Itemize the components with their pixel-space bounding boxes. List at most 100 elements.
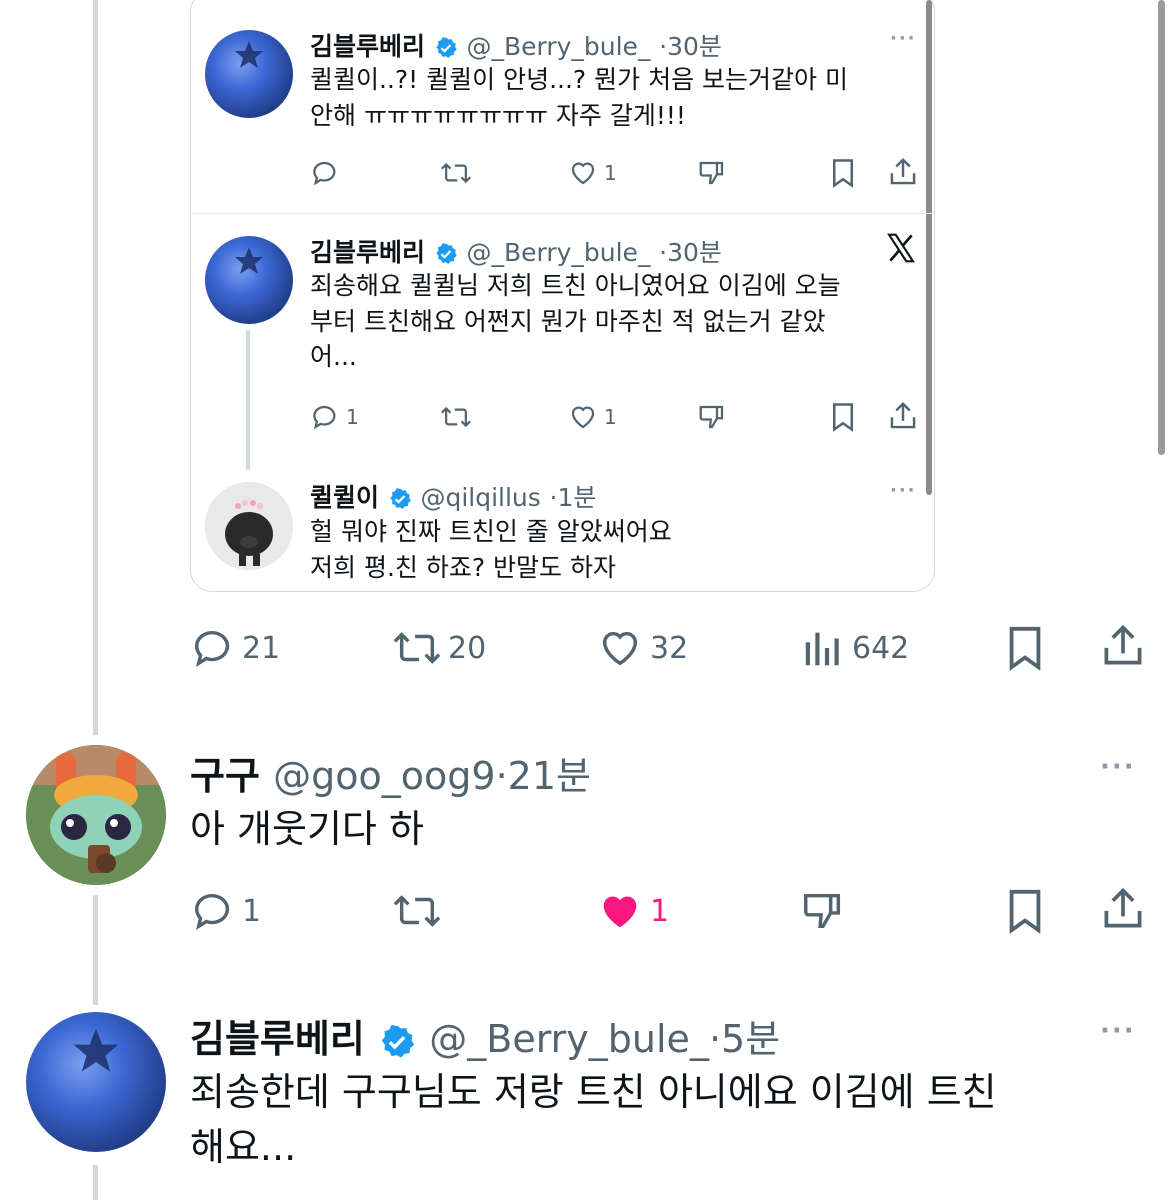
share-icon	[890, 401, 916, 429]
like-count: 1	[604, 161, 617, 185]
author-handle: @_Berry_bule_	[429, 1017, 709, 1061]
author-handle: @_Berry_bule_	[466, 238, 651, 267]
tweet-author[interactable]: 김블루베리 @_Berry_bule_·5분	[190, 1008, 780, 1063]
like-count: 1	[650, 893, 670, 929]
author-handle: @qilqillus	[420, 483, 541, 512]
like-count: 1	[604, 405, 617, 429]
retweet-button[interactable]	[392, 888, 442, 934]
tweet-time: 21분	[507, 754, 591, 798]
verified-icon	[381, 1024, 415, 1058]
reply-button[interactable]: 21	[190, 625, 280, 671]
downvote-icon	[699, 405, 724, 429]
thread-connector	[246, 330, 250, 470]
downvote-button[interactable]	[697, 158, 727, 188]
retweet-count: 20	[448, 630, 487, 666]
retweet-icon	[393, 895, 441, 927]
tweet-time: 1분	[557, 483, 597, 512]
avatar[interactable]	[205, 482, 293, 570]
avatar[interactable]	[26, 745, 166, 885]
heart-icon	[603, 896, 637, 928]
author-name: 김블루베리	[190, 1017, 365, 1061]
verified-icon	[436, 37, 457, 58]
tweet-text: 죄송해요 퀼퀼님 저희 트친 아니였어요 이김에 오늘 부터 트친해요 어쩐지 …	[310, 271, 841, 371]
tweet-time: 30분	[667, 238, 722, 267]
more-icon[interactable]: ···	[890, 480, 917, 501]
card-scrollbar[interactable]	[926, 0, 932, 495]
thread-line-top	[93, 0, 98, 735]
tweet-author[interactable]: 구구 @goo_oog9·21분	[190, 745, 591, 800]
retweet-icon	[441, 406, 471, 428]
reply-button[interactable]: 1	[310, 402, 359, 432]
share-button[interactable]	[888, 400, 918, 432]
downvote-button[interactable]	[800, 888, 846, 934]
tweet-text: 헐 뭐야 진짜 트친인 줄 알았써어요 저희 평.친 하죠? 반말도 하자	[310, 517, 672, 582]
reply-button[interactable]: 1	[190, 888, 261, 934]
share-button[interactable]	[1100, 885, 1146, 933]
share-button[interactable]	[888, 156, 918, 188]
views-icon	[805, 632, 839, 666]
reply-icon	[194, 631, 230, 668]
reply-icon	[313, 405, 336, 430]
reply-count: 21	[242, 630, 281, 666]
reply-button[interactable]	[310, 158, 340, 188]
tweet-author[interactable]: 김블루베리 @_Berry_bule_ ·30분	[310, 27, 722, 63]
avatar[interactable]	[26, 1012, 166, 1152]
blueberry-crown-icon	[235, 246, 263, 274]
retweet-button[interactable]	[440, 158, 472, 188]
retweet-button[interactable]	[440, 402, 472, 432]
page-scrollbar[interactable]	[1158, 0, 1165, 455]
reply-icon	[313, 161, 336, 186]
retweet-button[interactable]: 20	[392, 625, 486, 671]
verified-icon	[390, 488, 411, 509]
retweet-icon	[441, 162, 471, 184]
downvote-button[interactable]	[697, 402, 727, 432]
thread-line-middle	[93, 895, 98, 1005]
bookmark-icon	[833, 159, 853, 188]
author-handle: @goo_oog9	[273, 754, 496, 798]
views-count: 642	[852, 630, 910, 666]
tweet-time: 5분	[721, 1017, 781, 1061]
share-icon	[890, 157, 916, 185]
avatar[interactable]	[205, 30, 293, 118]
like-button[interactable]: 1	[596, 888, 669, 934]
reply-icon	[194, 894, 230, 931]
share-button[interactable]	[1100, 622, 1146, 670]
bookmark-button[interactable]	[1004, 888, 1046, 934]
views-button[interactable]: 642	[800, 625, 909, 671]
like-button[interactable]: 1	[568, 158, 617, 188]
bookmark-icon	[1009, 626, 1041, 671]
more-icon[interactable]: ···	[890, 28, 917, 49]
like-count: 32	[650, 630, 689, 666]
tweet-text: 죄송한데 구구님도 저랑 트친 아니에요 이김에 트친 해요...	[190, 1070, 997, 1170]
share-icon	[1104, 624, 1142, 665]
bookmark-button[interactable]	[830, 402, 856, 432]
heart-icon	[571, 406, 595, 429]
bookmark-button[interactable]	[1004, 625, 1046, 671]
author-name: 김블루베리	[310, 238, 426, 267]
character-avatar-icon	[26, 745, 166, 885]
separator-dot: ·	[659, 32, 668, 61]
author-handle: @_Berry_bule_	[466, 32, 651, 61]
retweet-icon	[393, 632, 441, 664]
like-button[interactable]: 1	[568, 402, 617, 432]
separator-dot: ·	[495, 754, 508, 798]
bookmark-button[interactable]	[830, 158, 856, 188]
tweet-text: 아 개웃기다 하	[190, 807, 424, 851]
tweet-author[interactable]: 김블루베리 @_Berry_bule_ ·30분	[310, 233, 722, 269]
author-name: 김블루베리	[310, 32, 426, 61]
separator-dot: ·	[708, 1017, 722, 1061]
verified-icon	[436, 243, 457, 264]
blueberry-crown-icon	[235, 40, 263, 68]
more-icon[interactable]: ···	[1100, 1016, 1136, 1046]
like-button[interactable]: 32	[596, 625, 688, 671]
reply-count: 1	[346, 405, 359, 429]
more-icon[interactable]: ···	[1100, 752, 1136, 782]
author-name: 구구	[190, 754, 260, 798]
heart-icon	[602, 631, 638, 666]
divider	[190, 213, 935, 214]
separator-dot: ·	[659, 238, 668, 267]
avatar[interactable]	[205, 236, 293, 324]
bookmark-icon	[833, 403, 853, 432]
tweet-author[interactable]: 퀼퀼이 @qilqillus ·1분	[310, 478, 596, 514]
thread-line-bottom	[93, 1165, 98, 1200]
